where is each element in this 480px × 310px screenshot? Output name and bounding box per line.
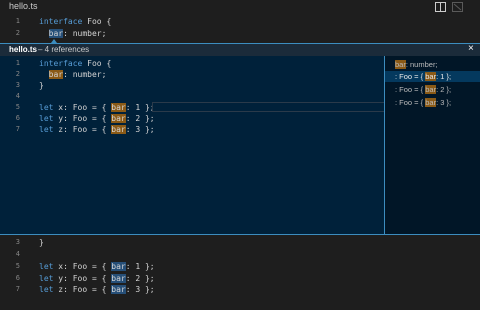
line-number: 5 <box>15 103 20 111</box>
code-line[interactable]: bar: number; <box>39 69 106 80</box>
reference-text: : Foo = { <box>395 72 426 81</box>
line-number: 3 <box>15 81 20 89</box>
code-line[interactable]: let x: Foo = { bar: 1 }; <box>39 102 155 113</box>
editor-tab-bar: hello.ts <box>0 0 480 15</box>
reference-highlight: bar <box>111 103 126 112</box>
code-text: : 3 }; <box>125 125 155 134</box>
tab-title[interactable]: hello.ts <box>9 1 38 11</box>
line-number: 7 <box>15 285 20 293</box>
line-number: 1 <box>15 59 20 67</box>
editor-bottom[interactable]: 3 } 4 5 let x: Foo = { bar: 1 }; 6 let y… <box>0 235 480 310</box>
code-line[interactable]: interface Foo { <box>39 58 111 69</box>
code-line[interactable]: let y: Foo = { bar: 2 }; <box>39 113 155 124</box>
reference-text: : 2 }; <box>436 85 452 94</box>
keyword: let <box>39 262 54 271</box>
peek-close-button[interactable]: × <box>468 43 474 54</box>
keyword: let <box>39 103 54 112</box>
peek-file-title[interactable]: hello.ts <box>9 45 37 54</box>
symbol-highlight: bar <box>111 274 126 283</box>
code-text: : 3 }; <box>125 285 155 294</box>
code-text: z: Foo = { <box>53 125 112 134</box>
code-text: : number; <box>63 29 107 38</box>
code-text: } <box>39 81 44 90</box>
code-text: y: Foo = { <box>53 274 112 283</box>
keyword: let <box>39 274 54 283</box>
keyword: interface <box>39 59 83 68</box>
keyword: interface <box>39 17 83 26</box>
reference-symbol: bar <box>425 72 437 81</box>
code-line[interactable]: interface Foo { <box>39 16 111 27</box>
code-text: x: Foo = { <box>53 103 112 112</box>
references-list: bar: number; : Foo = { bar: 1 }; : Foo =… <box>384 56 480 235</box>
keyword: let <box>39 125 54 134</box>
reference-text: : Foo = { <box>395 98 426 107</box>
code-line[interactable]: } <box>39 237 44 248</box>
line-number: 1 <box>15 17 20 25</box>
current-line-highlight <box>152 102 384 112</box>
line-number: 7 <box>15 125 20 133</box>
code-text: : 1 }; <box>125 103 155 112</box>
reference-item[interactable]: : Foo = { bar: 3 }; <box>385 97 480 108</box>
line-number: 2 <box>15 70 20 78</box>
code-line[interactable]: let z: Foo = { bar: 3 }; <box>39 284 155 295</box>
reference-symbol: bar <box>425 85 437 94</box>
reference-text: : Foo = { <box>395 85 426 94</box>
code-line[interactable]: let x: Foo = { bar: 1 }; <box>39 261 155 272</box>
split-editor-icon[interactable] <box>435 2 446 12</box>
reference-highlight: bar <box>48 70 64 79</box>
keyword: let <box>39 114 54 123</box>
code-text: x: Foo = { <box>53 262 112 271</box>
reference-text: : number; <box>405 60 438 69</box>
code-text: : 2 }; <box>125 114 155 123</box>
line-number: 5 <box>15 262 20 270</box>
code-text: z: Foo = { <box>53 285 112 294</box>
code-text: Foo { <box>82 59 112 68</box>
reference-symbol: bar <box>395 60 406 69</box>
peek-reference-count: – 4 references <box>38 45 90 54</box>
reference-item[interactable]: : Foo = { bar: 2 }; <box>385 84 480 95</box>
reference-item-selected[interactable]: : Foo = { bar: 1 }; <box>385 71 480 82</box>
reference-symbol: bar <box>425 98 437 107</box>
code-text: : 2 }; <box>125 274 155 283</box>
reference-text: : 1 }; <box>436 72 452 81</box>
line-number: 4 <box>15 92 20 100</box>
code-line[interactable]: let z: Foo = { bar: 3 }; <box>39 124 155 135</box>
symbol-highlight: bar <box>111 262 126 271</box>
code-text: y: Foo = { <box>53 114 112 123</box>
line-number: 2 <box>15 29 20 37</box>
code-text: : 1 }; <box>125 262 155 271</box>
code-text: : number; <box>63 70 107 79</box>
reference-text: : 3 }; <box>436 98 452 107</box>
line-number: 3 <box>15 238 20 246</box>
reference-highlight: bar <box>111 114 126 123</box>
code-line[interactable]: } <box>39 80 44 91</box>
code-text: Foo { <box>82 17 112 26</box>
symbol-highlight: bar <box>48 29 64 38</box>
peek-header: hello.ts – 4 references × <box>0 43 480 57</box>
code-line[interactable]: bar: number; <box>39 28 106 39</box>
code-line[interactable]: let y: Foo = { bar: 2 }; <box>39 273 155 284</box>
code-text: } <box>39 238 44 247</box>
symbol-highlight: bar <box>111 285 126 294</box>
line-number: 6 <box>15 274 20 282</box>
line-number: 6 <box>15 114 20 122</box>
line-number: 4 <box>15 250 20 258</box>
close-editor-icon[interactable] <box>452 2 463 12</box>
peek-code-pane[interactable]: 1 interface Foo { 2 bar: number; 3 } 4 5… <box>0 56 384 235</box>
reference-highlight: bar <box>111 125 126 134</box>
reference-item[interactable]: bar: number; <box>385 59 480 70</box>
keyword: let <box>39 285 54 294</box>
